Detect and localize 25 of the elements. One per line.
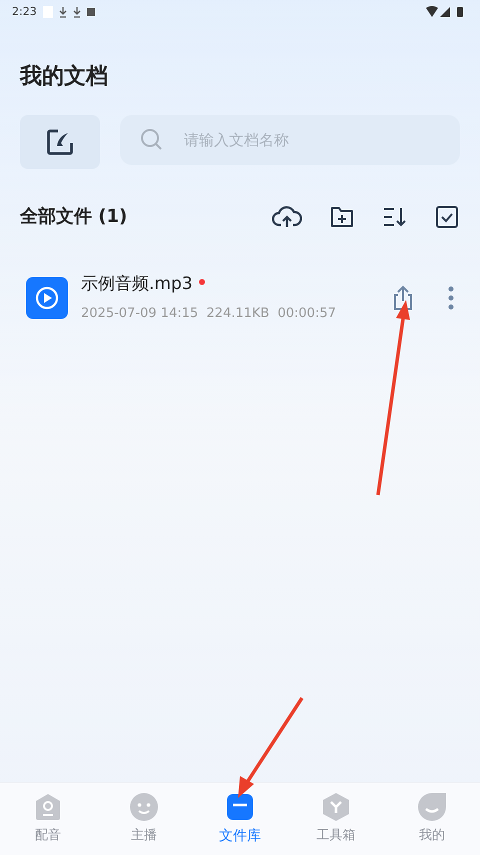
more-icon[interactable] [448, 286, 454, 310]
file-name[interactable]: 示例音频.mp3 [81, 272, 193, 298]
download-icon [58, 6, 67, 18]
cloud-upload-icon[interactable] [272, 204, 302, 228]
nav-tab[interactable]: 我的 [419, 826, 445, 846]
section-title: 全部文件 (1) [20, 205, 128, 229]
sort-icon[interactable] [382, 206, 408, 228]
new-folder-icon[interactable] [330, 206, 354, 228]
page-title: 我的文档 [20, 63, 109, 91]
search-field[interactable]: 请输入文档名称 [120, 115, 460, 165]
blank-notification-icon [42, 6, 53, 18]
search-icon [140, 128, 164, 152]
file-details: 2025-07-09 14:15 224.11KB 00:00:57 [81, 304, 337, 322]
select-checkbox-icon[interactable] [436, 206, 458, 228]
nav-tab[interactable]: 文件库 [219, 826, 261, 846]
download-icon [72, 6, 81, 18]
status-time: 2:23 [12, 4, 37, 20]
nav-tab[interactable]: 工具箱 [316, 826, 356, 846]
share-icon[interactable] [391, 284, 415, 310]
app-notification-icon [86, 8, 95, 16]
nav-tab[interactable]: 配音 [35, 826, 61, 846]
import-button[interactable] [20, 115, 100, 169]
import-icon [46, 128, 74, 156]
audio-file-icon [26, 276, 68, 318]
nav-tab[interactable]: 主播 [131, 826, 157, 846]
